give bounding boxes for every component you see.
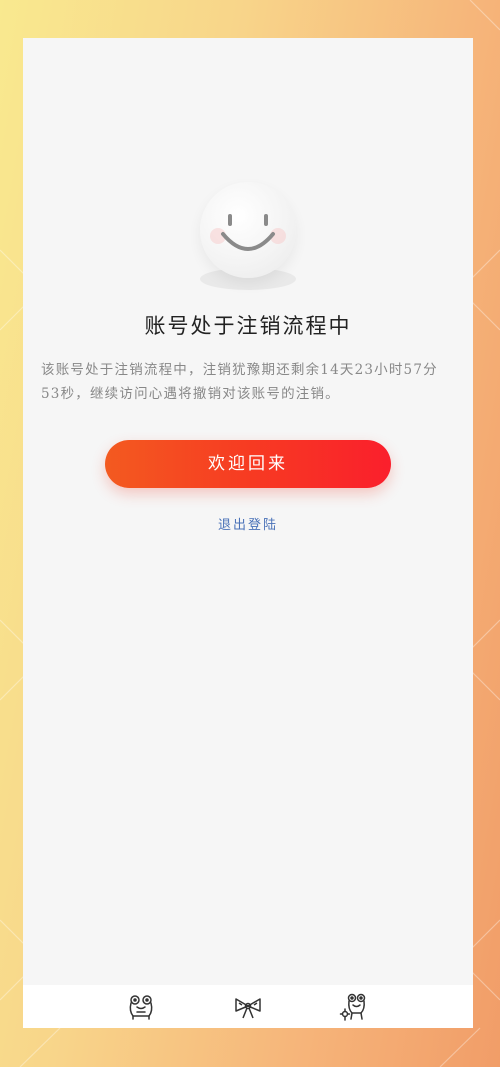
content-card: 账号处于注销流程中 该账号处于注销流程中，注销犹豫期还剩余14天23小时57分5… (23, 38, 473, 1028)
smiley-face-icon (200, 182, 296, 278)
welcome-back-button[interactable]: 欢迎回来 (105, 440, 391, 488)
page-title: 账号处于注销流程中 (23, 310, 473, 340)
frog-with-flower-icon[interactable] (339, 991, 371, 1023)
status-description: 该账号处于注销流程中，注销犹豫期还剩余14天23小时57分53秒，继续访问心遇将… (41, 358, 455, 406)
bottom-bar (23, 985, 473, 1028)
smiley-illustration (198, 180, 298, 292)
frog-icon[interactable] (125, 991, 157, 1023)
logout-link[interactable]: 退出登陆 (23, 514, 473, 533)
bow-icon[interactable] (232, 991, 264, 1023)
